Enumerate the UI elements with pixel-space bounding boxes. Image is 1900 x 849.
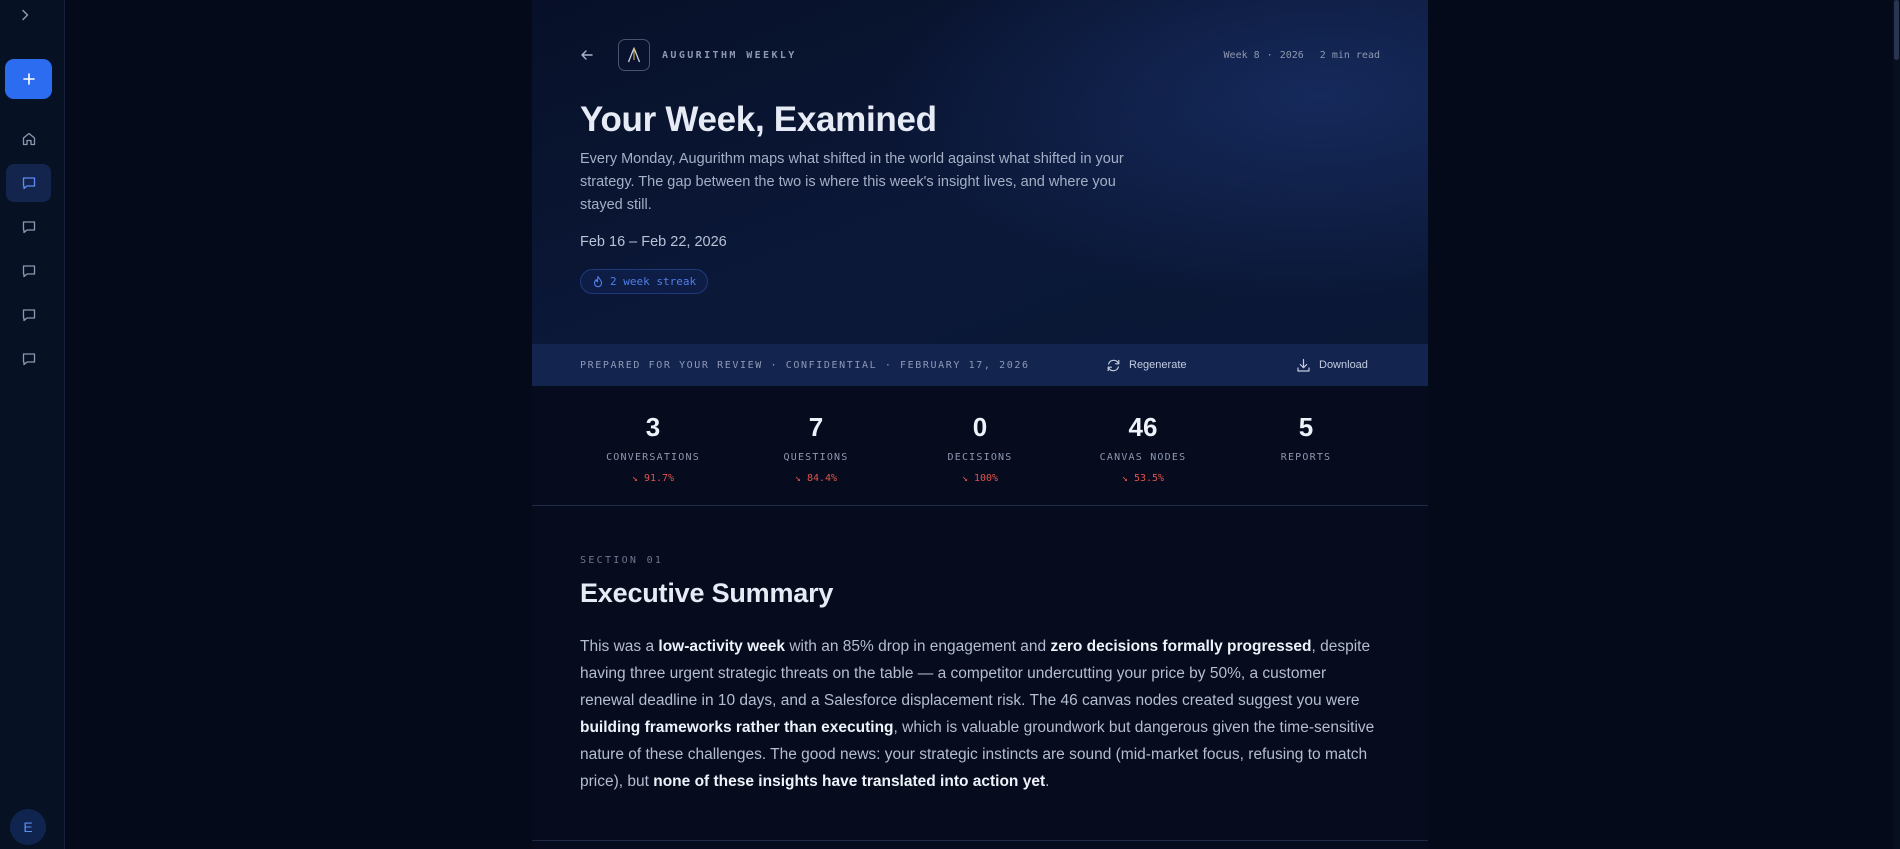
section-tag: SECTION 01 [580, 555, 664, 566]
section-title: Executive Summary [580, 578, 834, 608]
arrow-left-icon [581, 50, 593, 60]
summary-text: This was a [580, 638, 659, 655]
review-bar: PREPARED FOR YOUR REVIEW · CONFIDENTIAL … [532, 344, 1428, 386]
read-time: 2 min read [1319, 49, 1380, 61]
streak-label: 2 week streak [610, 275, 697, 288]
stat-delta: ↘ 100% [961, 473, 999, 484]
summary-emphasis: building frameworks rather than executin… [580, 719, 894, 736]
sidebar-item-chat-active[interactable] [6, 164, 51, 202]
page-title: Your Week, Examined [580, 100, 937, 139]
stat-delta: ↘ 53.5% [1121, 473, 1165, 484]
summary-text: with an 85% drop in engagement and [785, 638, 1051, 655]
stat-questions: 7 QUESTIONS ↘ 84.4% [736, 386, 896, 484]
summary-text: . [1045, 773, 1050, 790]
stat-label: DECISIONS [947, 452, 1013, 463]
report-year: 2026 [1279, 49, 1304, 61]
stat-label: CANVAS NODES [1099, 452, 1187, 463]
stat-label: REPORTS [1280, 452, 1332, 463]
report-column: AUGURITHM WEEKLY Week 8 · 2026 2 min rea… [532, 0, 1428, 849]
review-label: PREPARED FOR YOUR REVIEW · CONFIDENTIAL … [580, 359, 1030, 371]
report-topbar: AUGURITHM WEEKLY Week 8 · 2026 2 min rea… [580, 38, 1380, 72]
avatar-initial: E [23, 819, 33, 835]
download-label: Download [1319, 359, 1368, 371]
stat-reports: 5 REPORTS [1226, 386, 1386, 473]
stat-delta: ↘ 91.7% [631, 473, 675, 484]
week-number: Week 8 [1223, 49, 1260, 61]
stat-delta: ↘ 84.4% [794, 473, 838, 484]
executive-summary-section: SECTION 01 Executive Summary This was a … [580, 506, 1380, 795]
download-button[interactable]: Download [1296, 358, 1368, 373]
stat-canvas-nodes: 46 CANVAS NODES ↘ 53.5% [1063, 386, 1223, 484]
meta-separator: · [1266, 49, 1273, 61]
regenerate-label: Regenerate [1129, 359, 1187, 371]
brand-name: AUGURITHM WEEKLY [662, 49, 797, 61]
sidebar-item-chat[interactable] [6, 340, 51, 378]
chat-icon [22, 353, 35, 366]
download-icon [1297, 358, 1310, 372]
regenerate-button[interactable]: Regenerate [1106, 358, 1187, 373]
new-chat-button[interactable] [5, 59, 52, 99]
chevron-right-icon [22, 9, 29, 21]
stat-label: CONVERSATIONS [606, 452, 700, 463]
date-range: Feb 16 – Feb 22, 2026 [580, 234, 727, 250]
sidebar-item-chat[interactable] [6, 296, 51, 334]
chat-icon [22, 309, 35, 322]
back-button[interactable] [580, 45, 600, 65]
user-avatar[interactable]: E [10, 809, 46, 845]
stat-value: 5 [1298, 412, 1314, 442]
stat-decisions: 0 DECISIONS ↘ 100% [900, 386, 1060, 484]
stat-value: 7 [808, 412, 824, 442]
report-meta: Week 8 · 2026 2 min read [1224, 38, 1380, 72]
sidebar-item-chat[interactable] [6, 252, 51, 290]
page-scrollbar[interactable] [1893, 0, 1900, 849]
summary-emphasis: low-activity week [658, 638, 786, 655]
sidebar: E [0, 0, 65, 849]
summary-emphasis: none of these insights have translated i… [653, 773, 1046, 790]
expand-sidebar-button[interactable] [14, 5, 36, 25]
section-divider [532, 840, 1428, 841]
sidebar-item-home[interactable] [6, 120, 51, 158]
chat-icon [22, 265, 35, 278]
stats-row: 3 CONVERSATIONS ↘ 91.7% 7 QUESTIONS ↘ 84… [532, 386, 1428, 506]
stat-value: 46 [1128, 412, 1158, 442]
stat-value: 0 [972, 412, 988, 442]
hero-header: AUGURITHM WEEKLY Week 8 · 2026 2 min rea… [532, 0, 1428, 344]
scrollbar-thumb[interactable] [1894, 0, 1899, 60]
page-subtitle: Every Monday, Augurithm maps what shifte… [580, 151, 1124, 213]
streak-badge: 2 week streak [580, 269, 709, 294]
plus-icon [22, 73, 35, 85]
summary-paragraph: This was a low-activity week with an 85%… [580, 633, 1380, 795]
chat-icon [22, 177, 35, 190]
sidebar-item-chat[interactable] [6, 208, 51, 246]
augurithm-logo [618, 39, 650, 71]
flame-icon [593, 275, 603, 288]
chat-icon [22, 221, 35, 234]
stat-conversations: 3 CONVERSATIONS ↘ 91.7% [573, 386, 733, 484]
refresh-icon [1107, 359, 1120, 371]
summary-emphasis: zero decisions formally progressed [1050, 638, 1312, 655]
stat-label: QUESTIONS [783, 452, 849, 463]
home-icon [22, 132, 35, 146]
logo-mark-icon [627, 47, 641, 63]
stat-value: 3 [645, 412, 661, 442]
